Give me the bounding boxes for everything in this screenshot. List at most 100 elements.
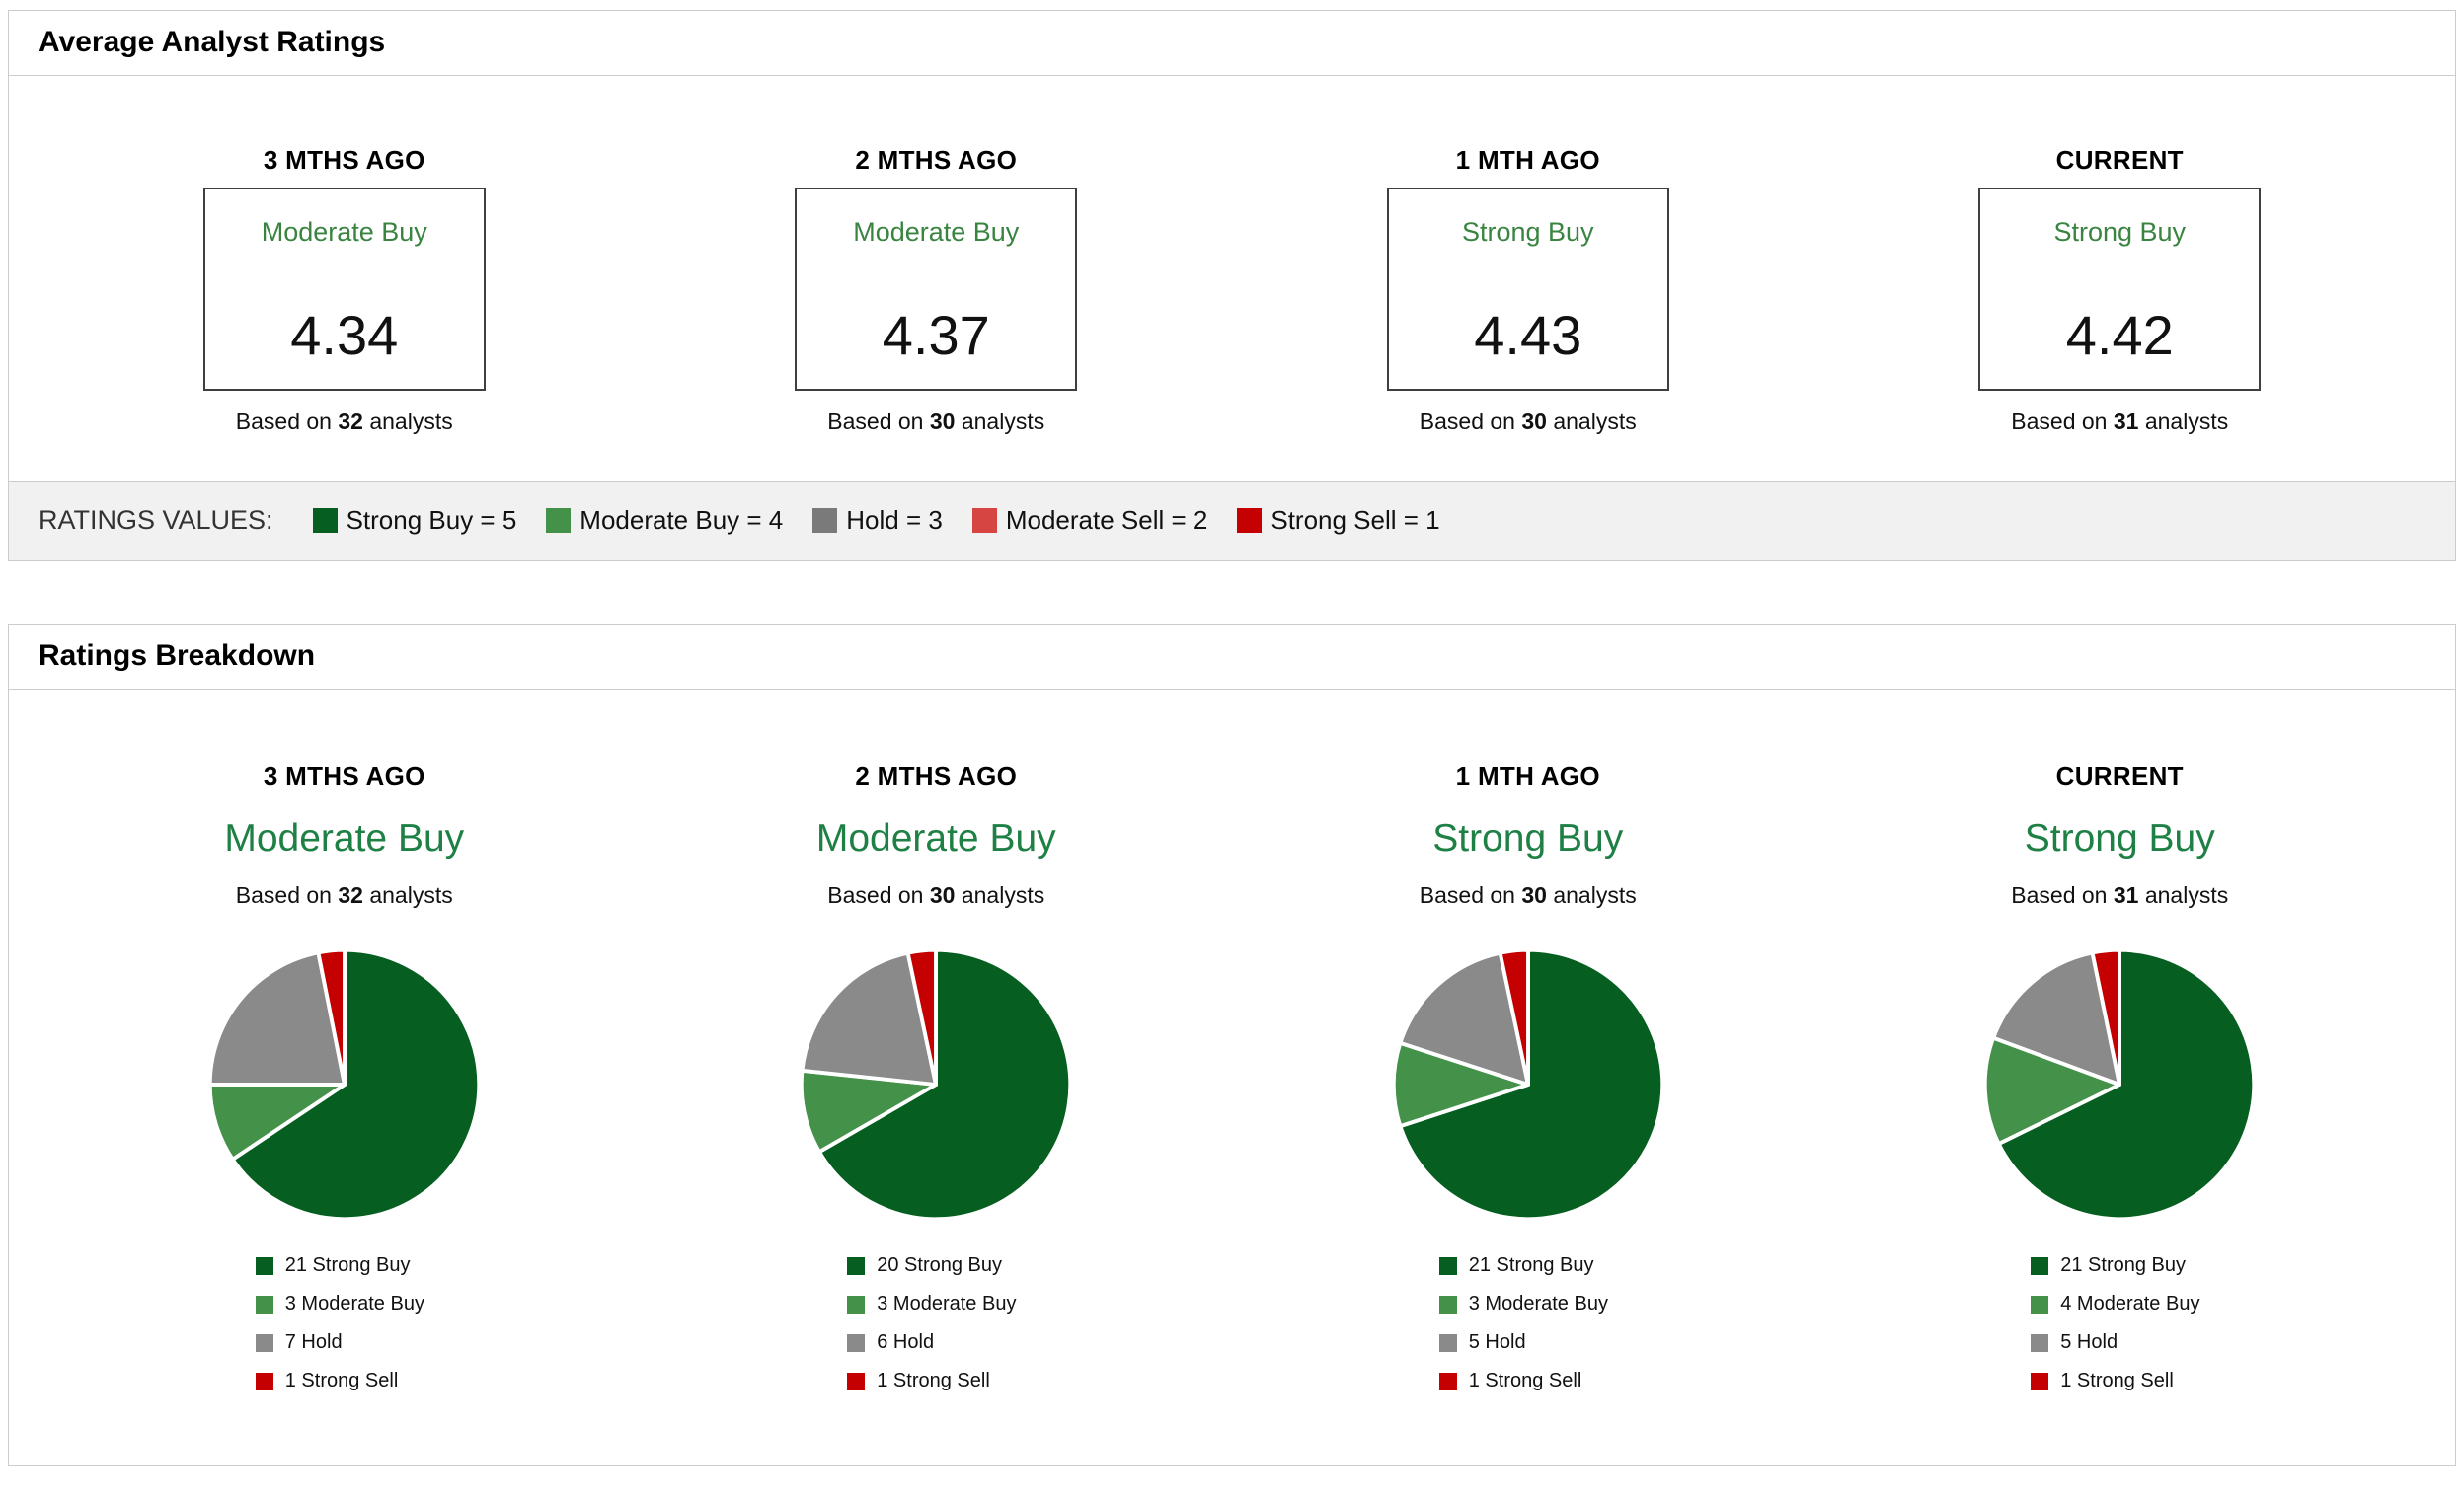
analyst-count-line: Based on 31 analysts — [1824, 882, 2417, 909]
legend-color-swatch — [2031, 1257, 2048, 1275]
pie-legend-item-hold: 5 Hold — [1439, 1331, 1617, 1354]
analyst-count: 30 — [930, 409, 956, 434]
rating-column-3-mths-ago: 3 MTHS AGO Moderate Buy 4.34 Based on 32… — [48, 145, 641, 435]
legend-label: 21 Strong Buy — [285, 1254, 411, 1277]
period-label: 1 MTH AGO — [1232, 145, 1824, 176]
rating-label: Strong Buy — [1232, 817, 1824, 861]
pie-legend-item-strong-sell: 1 Strong Sell — [1439, 1370, 1617, 1392]
legend-label: 21 Strong Buy — [1469, 1254, 1594, 1277]
legend-color-swatch — [256, 1334, 273, 1352]
pie-legend-item-strong-buy: 21 Strong Buy — [256, 1254, 433, 1277]
average-ratings-grid: 3 MTHS AGO Moderate Buy 4.34 Based on 32… — [9, 76, 2455, 435]
analyst-count-line: Based on 31 analysts — [1824, 409, 2417, 435]
legend-label: 3 Moderate Buy — [877, 1293, 1016, 1315]
rating-label: Strong Buy — [2053, 217, 2186, 248]
legend-color-swatch — [847, 1257, 865, 1275]
analyst-count-line: Based on 30 analysts — [641, 882, 1233, 909]
period-label: CURRENT — [1824, 145, 2417, 176]
period-label: 2 MTHS AGO — [641, 761, 1233, 791]
legend-item-strong-buy: Strong Buy = 5 — [313, 505, 517, 536]
panel-title: Ratings Breakdown — [9, 625, 2455, 690]
pie-legend-item-moderate-buy: 3 Moderate Buy — [1439, 1293, 1617, 1315]
legend-color-swatch — [847, 1334, 865, 1352]
breakdown-column-2-mths-ago: 2 MTHS AGO Moderate Buy Based on 30 anal… — [641, 761, 1233, 1408]
pie-legend-item-hold: 6 Hold — [847, 1331, 1025, 1354]
legend-item-hold: Hold = 3 — [812, 505, 943, 536]
pie-legend-item-moderate-buy: 3 Moderate Buy — [847, 1293, 1025, 1315]
legend-color-swatch — [256, 1296, 273, 1314]
pie-chart-container — [48, 940, 641, 1229]
analyst-count: 31 — [2114, 409, 2139, 434]
legend-color-swatch — [1439, 1257, 1457, 1275]
legend-label: 1 Strong Sell — [1469, 1370, 1582, 1392]
breakdown-column-3-mths-ago: 3 MTHS AGO Moderate Buy Based on 32 anal… — [48, 761, 641, 1408]
analyst-count: 32 — [338, 409, 363, 434]
pie-legend-item-strong-buy: 21 Strong Buy — [2031, 1254, 2208, 1277]
rating-column-2-mths-ago: 2 MTHS AGO Moderate Buy 4.37 Based on 30… — [641, 145, 1233, 435]
panel-title: Average Analyst Ratings — [9, 11, 2455, 76]
legend-label: 7 Hold — [285, 1331, 343, 1354]
pie-chart-container — [641, 940, 1233, 1229]
pie-chart-container — [1824, 940, 2417, 1229]
rating-column-current: CURRENT Strong Buy 4.42 Based on 31 anal… — [1824, 145, 2417, 435]
rating-label: Moderate Buy — [641, 817, 1233, 861]
legend-color-swatch — [256, 1373, 273, 1390]
pie-legend-item-strong-sell: 1 Strong Sell — [256, 1370, 433, 1392]
legend-color-swatch — [1439, 1373, 1457, 1390]
legend-label: 21 Strong Buy — [2060, 1254, 2186, 1277]
analyst-count: 30 — [1521, 409, 1547, 434]
pie-legend-item-hold: 5 Hold — [2031, 1331, 2208, 1354]
rating-box: Moderate Buy 4.34 — [203, 188, 486, 391]
rating-label: Strong Buy — [1824, 817, 2417, 861]
analyst-count: 30 — [930, 882, 956, 908]
analyst-count-line: Based on 32 analysts — [48, 882, 641, 909]
rating-score: 4.34 — [290, 308, 398, 363]
legend-color-swatch — [2031, 1373, 2048, 1390]
pie-chart — [1384, 940, 1672, 1229]
rating-box: Moderate Buy 4.37 — [795, 188, 1077, 391]
rating-score: 4.42 — [2066, 308, 2174, 363]
legend-label: 5 Hold — [1469, 1331, 1526, 1354]
period-label: 2 MTHS AGO — [641, 145, 1233, 176]
rating-label: Moderate Buy — [853, 217, 1019, 248]
legend-label: 3 Moderate Buy — [1469, 1293, 1608, 1315]
pie-legend: 21 Strong Buy 3 Moderate Buy 5 Hold 1 Stron… — [1439, 1254, 1617, 1408]
breakdown-column-current: CURRENT Strong Buy Based on 31 analysts … — [1824, 761, 2417, 1408]
strong-buy-swatch — [313, 508, 338, 533]
legend-label: 5 Hold — [2060, 1331, 2118, 1354]
rating-label: Moderate Buy — [262, 217, 427, 248]
moderate-sell-swatch — [972, 508, 997, 533]
legend-label: 1 Strong Sell — [2060, 1370, 2174, 1392]
strong-sell-swatch — [1237, 508, 1262, 533]
rating-box: Strong Buy 4.42 — [1978, 188, 2261, 391]
legend-item-moderate-buy: Moderate Buy = 4 — [546, 505, 783, 536]
analyst-count-line: Based on 32 analysts — [48, 409, 641, 435]
period-label: 1 MTH AGO — [1232, 761, 1824, 791]
analyst-count-line: Based on 30 analysts — [1232, 409, 1824, 435]
analyst-count-line: Based on 30 analysts — [1232, 882, 1824, 909]
legend-color-swatch — [1439, 1334, 1457, 1352]
pie-chart — [200, 940, 489, 1229]
pie-legend: 20 Strong Buy 3 Moderate Buy 6 Hold 1 Stron… — [847, 1254, 1025, 1408]
legend-color-swatch — [1439, 1296, 1457, 1314]
rating-column-1-mth-ago: 1 MTH AGO Strong Buy 4.43 Based on 30 an… — [1232, 145, 1824, 435]
legend-label: 4 Moderate Buy — [2060, 1293, 2199, 1315]
hold-swatch — [812, 508, 837, 533]
pie-legend: 21 Strong Buy3 Moderate Buy7 Hold1 Stron… — [256, 1254, 433, 1408]
rating-label: Strong Buy — [1462, 217, 1594, 248]
rating-score: 4.37 — [883, 308, 990, 363]
legend-label: 6 Hold — [877, 1331, 934, 1354]
pie-legend-item-strong-buy: 21 Strong Buy — [1439, 1254, 1617, 1277]
pie-chart-container — [1232, 940, 1824, 1229]
ratings-values-label: RATINGS VALUES: — [38, 505, 273, 536]
average-analyst-ratings-panel: Average Analyst Ratings 3 MTHS AGO Moder… — [8, 10, 2456, 561]
pie-legend-item-strong-sell: 1 Strong Sell — [847, 1370, 1025, 1392]
legend-color-swatch — [2031, 1296, 2048, 1314]
ratings-breakdown-panel: Ratings Breakdown 3 MTHS AGO Moderate Bu… — [8, 624, 2456, 1466]
analyst-count: 30 — [1521, 882, 1547, 908]
pie-legend-item-strong-buy: 20 Strong Buy — [847, 1254, 1025, 1277]
period-label: 3 MTHS AGO — [48, 761, 641, 791]
legend-item-strong-sell: Strong Sell = 1 — [1237, 505, 1439, 536]
pie-chart — [1975, 940, 2264, 1229]
legend-item-moderate-sell: Moderate Sell = 2 — [972, 505, 1208, 536]
